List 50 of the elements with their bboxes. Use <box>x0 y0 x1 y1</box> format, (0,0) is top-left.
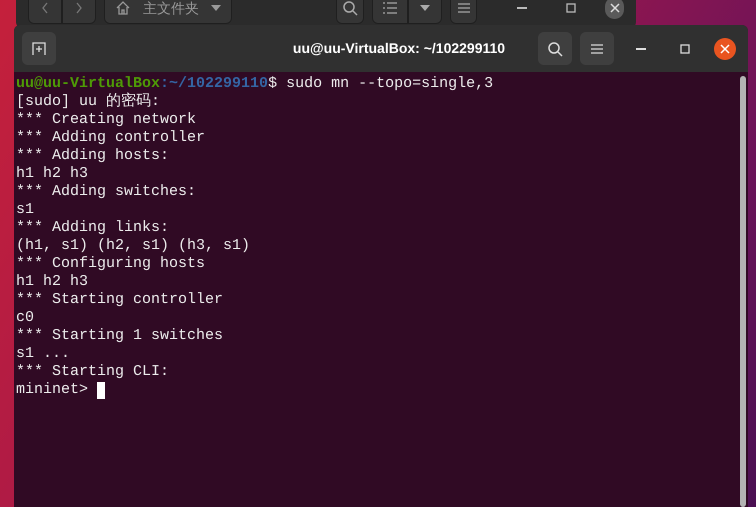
back-icon <box>41 2 49 14</box>
home-icon <box>115 0 131 16</box>
maximize-icon <box>680 44 690 54</box>
view-list-button[interactable] <box>372 0 408 24</box>
new-tab-button[interactable] <box>22 32 56 65</box>
list-icon <box>382 2 397 14</box>
command-text: $ sudo mn --topo=single,3 <box>268 75 494 93</box>
path-button[interactable]: 主文件夹 <box>104 0 232 24</box>
output-line: (h1, s1) (h2, s1) (h3, s1) <box>16 237 250 255</box>
dropdown-icon <box>211 5 221 11</box>
view-options-button[interactable] <box>408 0 442 24</box>
output-line: *** Starting CLI: <box>16 363 170 381</box>
scrollbar[interactable] <box>740 76 746 507</box>
search-button[interactable] <box>538 32 572 65</box>
prompt-user-host: uu@uu-VirtualBox <box>16 75 160 92</box>
output-line: h1 h2 h3 <box>16 165 88 183</box>
output-line: *** Adding controller <box>16 129 206 147</box>
output-line: c0 <box>16 309 34 327</box>
cli-prompt: mininet> <box>16 381 88 399</box>
search-icon <box>342 0 358 16</box>
dropdown-icon <box>420 5 430 11</box>
close-icon <box>720 44 730 54</box>
menu-button[interactable] <box>450 0 478 24</box>
close-icon <box>610 3 620 13</box>
output-line: s1 <box>16 201 34 219</box>
output-line: *** Starting 1 switches <box>16 327 224 345</box>
output-line: *** Adding switches: <box>16 183 196 201</box>
prompt-path: :~/102299110 <box>160 75 268 93</box>
minimize-icon <box>517 7 528 9</box>
output-line: *** Creating network <box>16 111 196 129</box>
output-line: h1 h2 h3 <box>16 273 88 291</box>
close-button[interactable] <box>605 0 624 19</box>
minimize-icon <box>636 48 646 50</box>
menu-icon <box>591 44 603 54</box>
output-line: *** Starting controller <box>16 291 224 309</box>
search-icon <box>547 40 563 56</box>
window-title: uu@uu-VirtualBox: ~/102299110 <box>292 39 506 58</box>
maximize-icon <box>566 3 576 13</box>
forward-icon <box>75 2 83 14</box>
search-button[interactable] <box>336 0 364 24</box>
menu-icon <box>458 3 470 13</box>
menu-button[interactable] <box>580 32 614 65</box>
text-cursor <box>97 382 106 398</box>
output-line: [sudo] uu 的密码: <box>16 93 160 111</box>
new-tab-icon <box>32 42 46 56</box>
output-line: s1 ... <box>16 345 70 363</box>
output-line: *** Adding links: <box>16 219 170 237</box>
close-button[interactable] <box>714 38 736 60</box>
output-line: *** Adding hosts: <box>16 147 170 165</box>
output-line: *** Configuring hosts <box>16 255 206 273</box>
